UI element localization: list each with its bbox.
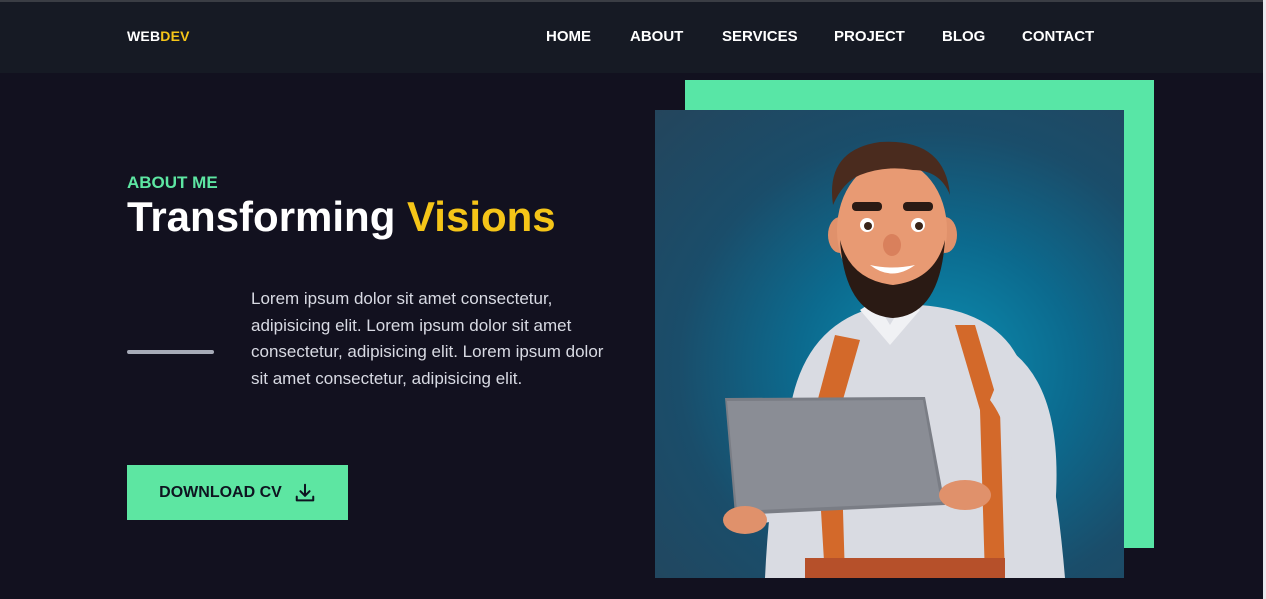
hero-title-accent: Visions (407, 193, 556, 240)
hero-description: Lorem ipsum dolor sit amet consectetur, … (251, 289, 604, 388)
nav-about[interactable]: ABOUT (630, 28, 683, 45)
logo[interactable]: WEBDEV (127, 28, 190, 44)
logo-prefix: WEB (127, 28, 161, 44)
nav-contact[interactable]: CONTACT (1022, 28, 1094, 45)
nav-services[interactable]: SERVICES (722, 28, 798, 45)
download-icon (294, 482, 316, 504)
hero-title-main: Transforming (127, 193, 396, 240)
site-header: WEBDEV HOME ABOUT SERVICES PROJECT BLOG … (0, 2, 1263, 73)
hero-title: Transforming Visions (127, 193, 556, 241)
download-cv-label: DOWNLOAD CV (159, 483, 282, 501)
avatar-illustration (655, 110, 1124, 578)
section-eyebrow: ABOUT ME (127, 173, 218, 192)
download-cv-button[interactable]: DOWNLOAD CV (127, 465, 348, 520)
nav-home[interactable]: HOME (546, 28, 591, 45)
nav-project[interactable]: PROJECT (834, 28, 905, 45)
logo-accent: DEV (160, 28, 190, 44)
nav-blog[interactable]: BLOG (942, 28, 985, 45)
decorative-rule (127, 350, 214, 354)
